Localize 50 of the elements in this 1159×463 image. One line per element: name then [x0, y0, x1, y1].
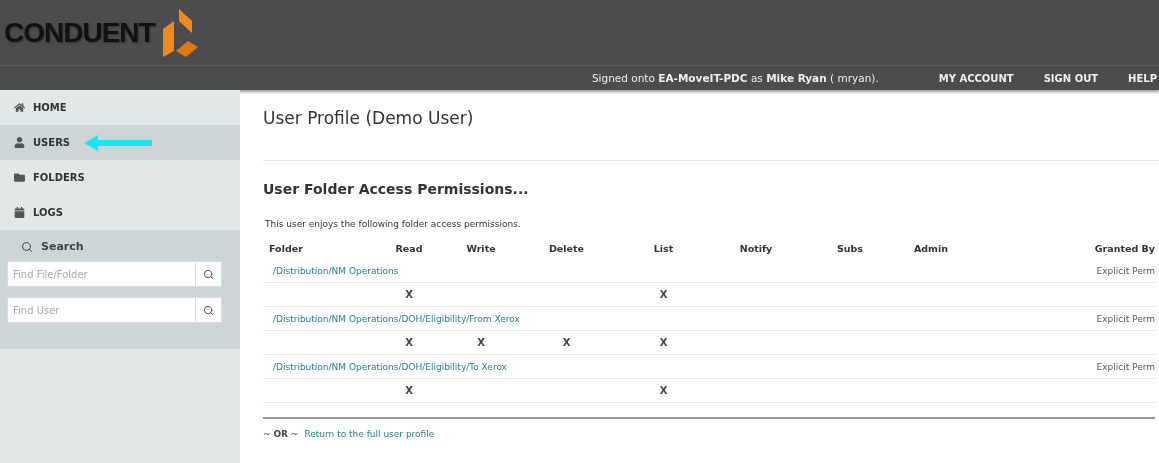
calendar-icon: [14, 207, 25, 218]
column-header: Admin: [912, 242, 950, 254]
user-icon: [14, 137, 25, 148]
search-button[interactable]: [195, 261, 222, 287]
or-text: ~ OR ~: [263, 429, 299, 439]
search-icon: [21, 240, 33, 253]
permission-mark: X: [404, 289, 414, 300]
granted-by-cell-text: Explicit Perm: [1095, 265, 1155, 276]
sidebar-item[interactable]: FOLDERS: [0, 160, 240, 195]
nav-link[interactable]: SIGN OUT: [1043, 72, 1099, 84]
granted-by-cell-text: Explicit Perm: [1095, 361, 1155, 372]
column-header: Granted By: [1093, 242, 1155, 254]
search-field[interactable]: Find User: [7, 297, 195, 323]
folder-link[interactable]: /Distribution/NM Operations/DOH/Eligibility/From Xerox: [263, 313, 962, 324]
permission-mark: X: [561, 337, 572, 348]
search-icon: [203, 304, 214, 316]
page-title: User Profile (Demo User): [263, 108, 475, 128]
signed-on-text: Signed onto EA-MoveIT-PDC as Mike Ryan ( mryan).: [591, 72, 879, 84]
folder-link[interactable]: /Distribution/NM Operations/DOH/Eligibility/To Xerox: [263, 361, 962, 372]
pointer-arrow: [84, 135, 154, 151]
column-header: Read: [394, 242, 424, 254]
column-header: List: [652, 242, 675, 254]
permission-mark: X: [476, 337, 486, 348]
folder-icon: [14, 172, 25, 183]
nav-link[interactable]: HELP: [1128, 72, 1157, 84]
profile-link[interactable]: Return to the full user profile: [304, 429, 435, 439]
column-header: Folder: [268, 242, 304, 254]
column-header: Subs: [835, 242, 865, 254]
permission-mark: X: [658, 289, 669, 300]
column-header: Notify: [738, 242, 774, 254]
search-icon: [203, 268, 214, 280]
search-field[interactable]: Find File/Folder: [7, 261, 195, 287]
nav-link[interactable]: MY ACCOUNT: [938, 72, 1014, 84]
search-button[interactable]: [195, 297, 222, 323]
folder-link[interactable]: /Distribution/NM Operations: [263, 265, 962, 276]
permission-mark: X: [404, 337, 414, 348]
permission-mark: X: [658, 337, 669, 348]
granted-by-cell-text: Explicit Perm: [1095, 313, 1155, 324]
column-header: Write: [465, 242, 497, 254]
sidebar-item[interactable]: LOGS: [0, 195, 240, 230]
search-title: Search: [41, 240, 84, 253]
column-header: Delete: [548, 242, 585, 254]
sidebar-item[interactable]: USERS: [0, 125, 240, 160]
section-title: User Folder Access Permissions...: [263, 181, 530, 197]
permission-mark: X: [404, 385, 414, 396]
intro-text: This user enjoys the following folder access permissions.: [265, 219, 522, 229]
logo-text: CONDUENT: [4, 16, 155, 49]
home-icon: [14, 102, 25, 113]
permission-mark: X: [658, 385, 669, 396]
sidebar-item[interactable]: HOME: [0, 90, 240, 125]
